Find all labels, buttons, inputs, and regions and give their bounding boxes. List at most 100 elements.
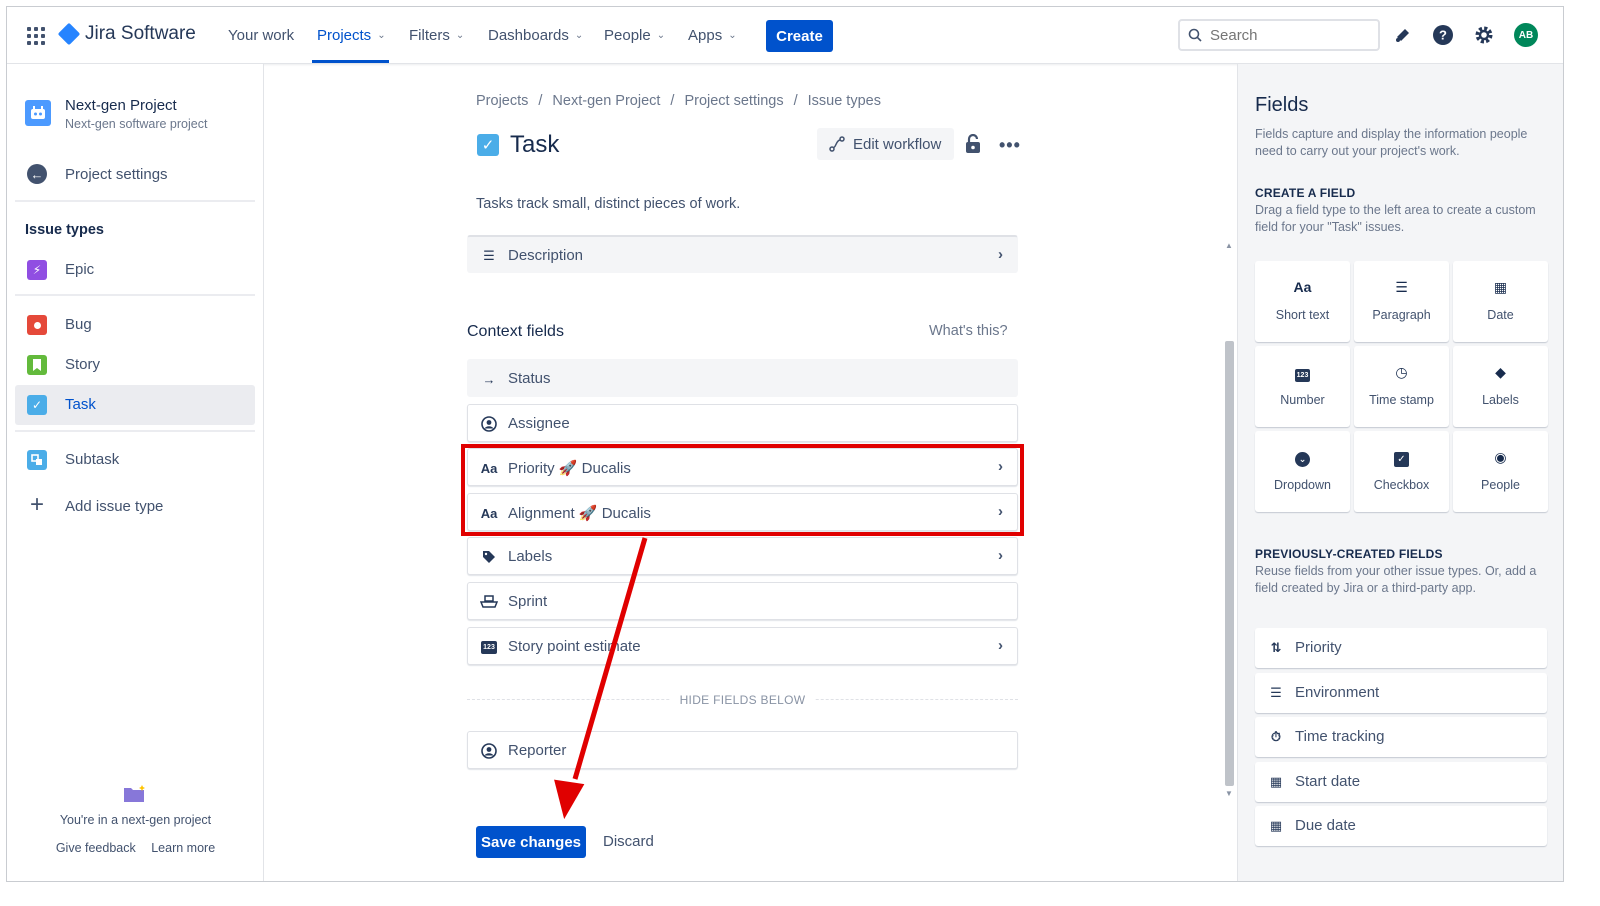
field-label: Labels bbox=[508, 548, 553, 565]
divider bbox=[15, 200, 255, 202]
field-label: Status bbox=[508, 370, 551, 387]
nav-apps[interactable]: Apps ⌄ bbox=[688, 27, 737, 44]
chevron-down-icon: ⌄ bbox=[656, 30, 666, 41]
sidebar-item-task[interactable]: ✓ Task bbox=[15, 385, 255, 425]
breadcrumb-item[interactable]: Next-gen Project bbox=[552, 93, 660, 109]
nav-your-work[interactable]: Your work bbox=[228, 27, 294, 44]
field-type-paragraph[interactable]: ☰ Paragraph bbox=[1354, 261, 1449, 342]
scroll-thumb[interactable] bbox=[1225, 341, 1234, 786]
search-box[interactable] bbox=[1178, 19, 1380, 51]
breadcrumb-item[interactable]: Issue types bbox=[808, 93, 881, 109]
user-avatar[interactable]: AB bbox=[1514, 23, 1538, 47]
main-scrollbar[interactable]: ▲ ▼ bbox=[1222, 241, 1236, 801]
nav-projects[interactable]: Projects ⌄ bbox=[317, 27, 386, 44]
sidebar-item-subtask[interactable]: Subtask bbox=[15, 440, 255, 480]
paragraph-icon: ☰ bbox=[1270, 685, 1282, 700]
prev-field-label: Due date bbox=[1295, 817, 1356, 834]
field-row-story-points[interactable]: 123 Story point estimate › bbox=[467, 627, 1018, 665]
page-title[interactable]: Task bbox=[510, 131, 559, 159]
field-label: Story point estimate bbox=[508, 638, 641, 655]
search-input[interactable] bbox=[1210, 26, 1360, 44]
field-type-labels[interactable]: ◆ Labels bbox=[1453, 346, 1548, 427]
give-feedback-link[interactable]: Give feedback bbox=[56, 841, 136, 855]
prev-field-start-date[interactable]: ▦ Start date bbox=[1255, 762, 1547, 802]
field-row-reporter[interactable]: Reporter bbox=[467, 731, 1018, 769]
discard-button[interactable]: Discard bbox=[603, 833, 654, 850]
hide-fields-label: HIDE FIELDS BELOW bbox=[669, 693, 816, 707]
issue-type-description[interactable]: Tasks track small, distinct pieces of wo… bbox=[476, 196, 740, 212]
field-label: Description bbox=[508, 247, 584, 264]
task-checkbox-icon: ✓ bbox=[477, 134, 499, 156]
field-type-date[interactable]: ▦ Date bbox=[1453, 261, 1548, 342]
breadcrumb-separator: / bbox=[793, 93, 798, 109]
app-switcher-icon[interactable] bbox=[27, 27, 45, 45]
field-row-labels[interactable]: Labels › bbox=[467, 537, 1018, 575]
field-type-short-text[interactable]: Aa Short text bbox=[1255, 261, 1350, 342]
nav-label: Projects bbox=[317, 27, 372, 44]
scroll-down-icon[interactable]: ▼ bbox=[1225, 789, 1233, 798]
more-actions-icon[interactable]: ••• bbox=[999, 135, 1021, 156]
nav-dashboards[interactable]: Dashboards ⌄ bbox=[488, 27, 583, 44]
breadcrumb-item[interactable]: Projects bbox=[476, 93, 528, 109]
prev-field-priority[interactable]: ⇅ Priority bbox=[1255, 628, 1547, 668]
sidebar-item-epic[interactable]: ⚡ Epic bbox=[15, 250, 255, 290]
create-button[interactable]: Create bbox=[766, 20, 833, 52]
whats-this-link[interactable]: What's this? bbox=[929, 323, 1008, 339]
tag-icon bbox=[480, 548, 498, 566]
nav-filters[interactable]: Filters ⌄ bbox=[409, 27, 464, 44]
paragraph-icon: ☰ bbox=[1395, 279, 1408, 295]
field-type-label: Short text bbox=[1275, 308, 1330, 322]
field-type-label: Date bbox=[1487, 308, 1514, 322]
field-type-grid: Aa Short text ☰ Paragraph ▦ Date 123 Number … bbox=[1255, 261, 1549, 512]
help-icon[interactable]: ? bbox=[1432, 24, 1454, 46]
prev-field-label: Environment bbox=[1295, 684, 1380, 701]
prev-field-time-tracking[interactable]: ⏱ Time tracking bbox=[1255, 717, 1547, 757]
learn-more-link[interactable]: Learn more bbox=[151, 841, 215, 855]
nav-people[interactable]: People ⌄ bbox=[604, 27, 665, 44]
prev-field-environment[interactable]: ☰ Environment bbox=[1255, 673, 1547, 713]
project-avatar-icon bbox=[25, 100, 51, 126]
chevron-down-icon: ⌄ bbox=[728, 30, 737, 41]
create-field-description: Drag a field type to the left area to cr… bbox=[1255, 203, 1536, 234]
field-label: Assignee bbox=[508, 415, 570, 432]
description-field-row[interactable]: ☰ Description › bbox=[467, 235, 1018, 273]
person-icon bbox=[480, 415, 498, 433]
sidebar-item-bug[interactable]: Bug bbox=[15, 305, 255, 345]
unlock-icon[interactable] bbox=[965, 133, 981, 159]
sidebar-item-label: Bug bbox=[65, 316, 92, 333]
breadcrumb-item[interactable]: Project settings bbox=[684, 93, 783, 109]
field-row-assignee[interactable]: Assignee bbox=[467, 404, 1018, 442]
save-changes-button[interactable]: Save changes bbox=[476, 826, 586, 858]
field-type-time-stamp[interactable]: ◷ Time stamp bbox=[1354, 346, 1449, 427]
prev-field-due-date[interactable]: ▦ Due date bbox=[1255, 806, 1547, 846]
field-type-people[interactable]: ◉ People bbox=[1453, 431, 1548, 512]
field-label: Reporter bbox=[508, 742, 567, 759]
divider bbox=[15, 294, 255, 296]
field-row-status[interactable]: → Status bbox=[467, 359, 1018, 397]
settings-gear-icon[interactable] bbox=[1473, 24, 1495, 46]
field-type-dropdown[interactable]: ⌄ Dropdown bbox=[1255, 431, 1350, 512]
notifications-icon[interactable] bbox=[1392, 24, 1414, 46]
field-type-number[interactable]: 123 Number bbox=[1255, 346, 1350, 427]
previous-fields-heading: PREVIOUSLY-CREATED FIELDS bbox=[1255, 547, 1443, 561]
chevron-right-icon: › bbox=[998, 637, 1003, 654]
scroll-up-icon[interactable]: ▲ bbox=[1225, 241, 1233, 250]
edit-workflow-button[interactable]: Edit workflow bbox=[817, 128, 954, 160]
add-issue-type-button[interactable]: + Add issue type bbox=[15, 487, 255, 527]
sidebar-item-story[interactable]: Story bbox=[15, 345, 255, 385]
search-icon bbox=[1188, 28, 1202, 42]
stopwatch-icon: ⏱ bbox=[1270, 729, 1282, 744]
field-type-checkbox[interactable]: ✓ Checkbox bbox=[1354, 431, 1449, 512]
project-sidebar: Next-gen Project Next-gen software proje… bbox=[7, 64, 264, 881]
paragraph-icon: ☰ bbox=[483, 248, 495, 263]
plus-icon: + bbox=[29, 491, 44, 518]
chevron-right-icon: › bbox=[998, 246, 1003, 263]
jira-logo[interactable]: Jira Software bbox=[57, 22, 196, 46]
field-type-label: Dropdown bbox=[1274, 478, 1331, 492]
field-row-sprint[interactable]: Sprint bbox=[467, 582, 1018, 620]
jira-diamond-icon bbox=[57, 22, 81, 46]
number-icon: 123 bbox=[480, 638, 498, 656]
chevron-down-icon: ⌄ bbox=[574, 30, 584, 41]
project-type: Next-gen software project bbox=[65, 117, 208, 131]
hide-fields-divider: HIDE FIELDS BELOW bbox=[467, 693, 1018, 707]
